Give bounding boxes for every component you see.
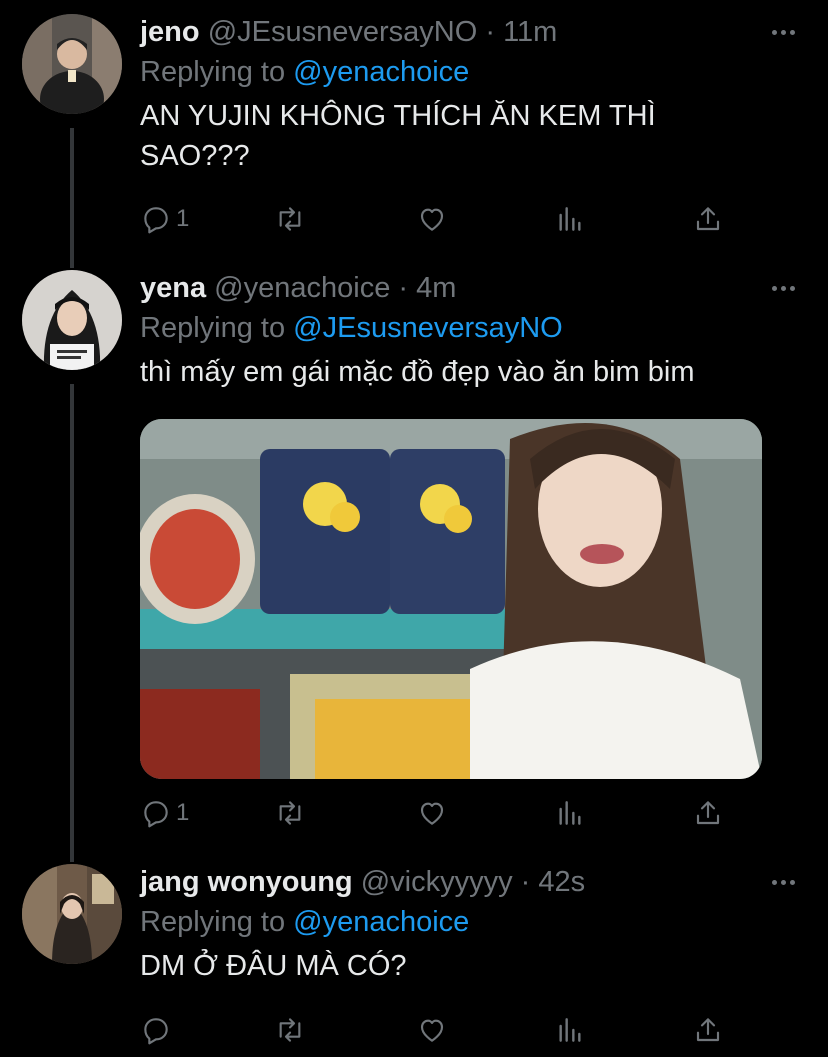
handle[interactable]: @vickyyyyy: [361, 866, 513, 898]
like-icon: [420, 208, 444, 231]
like-button[interactable]: [416, 199, 448, 239]
reply-icon: [144, 801, 168, 828]
share-button[interactable]: [692, 1010, 724, 1050]
tweet-text: thì mấy em gái mặc đồ đẹp vào ăn bim bim: [140, 352, 798, 392]
display-name[interactable]: jeno: [140, 16, 200, 48]
retweet-button[interactable]: [274, 1010, 306, 1050]
tweet-jang-wonyoung[interactable]: jang wonyoung @vickyyyyy · 42s Replying …: [0, 850, 828, 1057]
more-icon[interactable]: [768, 278, 798, 298]
mention-link[interactable]: @yenachoice: [293, 906, 469, 938]
reply-icon: [144, 207, 168, 234]
replying-label: Replying to: [140, 56, 286, 88]
display-name[interactable]: yena: [140, 272, 206, 304]
tweet-text-line: SAO???: [140, 140, 250, 172]
tweet-header: jeno @JEsusneversayNO · 11m: [140, 12, 798, 52]
reply-button[interactable]: 1: [140, 793, 189, 833]
retweet-icon: [279, 1018, 301, 1042]
analytics-icon: [559, 207, 581, 231]
more-icon[interactable]: [768, 22, 798, 42]
share-icon: [696, 1018, 720, 1042]
avatar-yena[interactable]: [22, 270, 122, 370]
replying-label: Replying to: [140, 906, 286, 938]
reply-button[interactable]: [140, 1010, 172, 1050]
analytics-button[interactable]: [554, 793, 586, 833]
share-icon: [696, 801, 720, 825]
handle[interactable]: @yenachoice: [214, 272, 390, 304]
like-icon: [420, 1019, 444, 1042]
tweet-yena[interactable]: yena @yenachoice · 4m Replying to @JEsus…: [0, 256, 828, 850]
analytics-button[interactable]: [554, 1010, 586, 1050]
tweet-actions: 1: [140, 793, 740, 833]
timestamp[interactable]: 42s: [538, 866, 585, 898]
avatar-jang-wonyoung[interactable]: [22, 864, 122, 964]
timestamp[interactable]: 11m: [503, 16, 557, 48]
like-button[interactable]: [416, 1010, 448, 1050]
share-button[interactable]: [692, 199, 724, 239]
retweet-icon: [279, 801, 301, 825]
tweet-text-line: thì mấy em gái mặc đồ đẹp vào ăn bim bim: [140, 356, 695, 388]
separator: ·: [520, 866, 531, 898]
replying-to: Replying to @yenachoice: [140, 52, 798, 92]
separator: ·: [485, 16, 496, 48]
tweet-text: AN YUJIN KHÔNG THÍCH ĂN KEM THÌ SAO???: [140, 96, 798, 176]
tweet-actions: 1: [140, 199, 740, 239]
retweet-icon: [279, 207, 301, 231]
replying-label: Replying to: [140, 312, 286, 344]
replying-to: Replying to @JEsusneversayNO: [140, 308, 798, 348]
display-name[interactable]: jang wonyoung: [140, 866, 353, 898]
handle[interactable]: @JEsusneversayNO: [208, 16, 478, 48]
tweet-text-line: DM Ở ĐÂU MÀ CÓ?: [140, 950, 407, 982]
reply-icon: [144, 1018, 168, 1045]
share-icon: [696, 207, 720, 231]
share-button[interactable]: [692, 793, 724, 833]
more-icon[interactable]: [768, 872, 798, 892]
tweet-text-line: AN YUJIN KHÔNG THÍCH ĂN KEM THÌ: [140, 100, 656, 132]
mention-link[interactable]: @yenachoice: [293, 56, 469, 88]
avatar-jeno[interactable]: [22, 14, 122, 114]
analytics-button[interactable]: [554, 199, 586, 239]
reply-button[interactable]: 1: [140, 199, 189, 239]
tweet-jeno[interactable]: jeno @JEsusneversayNO · 11m Replying to …: [0, 0, 828, 256]
reply-count: 1: [176, 799, 190, 826]
retweet-button[interactable]: [274, 199, 306, 239]
analytics-icon: [559, 801, 581, 825]
tweet-actions: [140, 1010, 740, 1050]
analytics-icon: [559, 1018, 581, 1042]
timestamp[interactable]: 4m: [416, 272, 456, 304]
retweet-button[interactable]: [274, 793, 306, 833]
replying-to: Replying to @yenachoice: [140, 902, 798, 942]
reply-count: 1: [176, 205, 190, 232]
mention-link[interactable]: @JEsusneversayNO: [293, 312, 563, 344]
separator: ·: [398, 272, 409, 304]
tweet-text: DM Ở ĐÂU MÀ CÓ?: [140, 946, 798, 986]
tweet-header: jang wonyoung @vickyyyyy · 42s: [140, 862, 798, 902]
like-button[interactable]: [416, 793, 448, 833]
like-icon: [420, 802, 444, 825]
tweet-header: yena @yenachoice · 4m: [140, 268, 798, 308]
tweet-media-image[interactable]: [140, 419, 762, 779]
